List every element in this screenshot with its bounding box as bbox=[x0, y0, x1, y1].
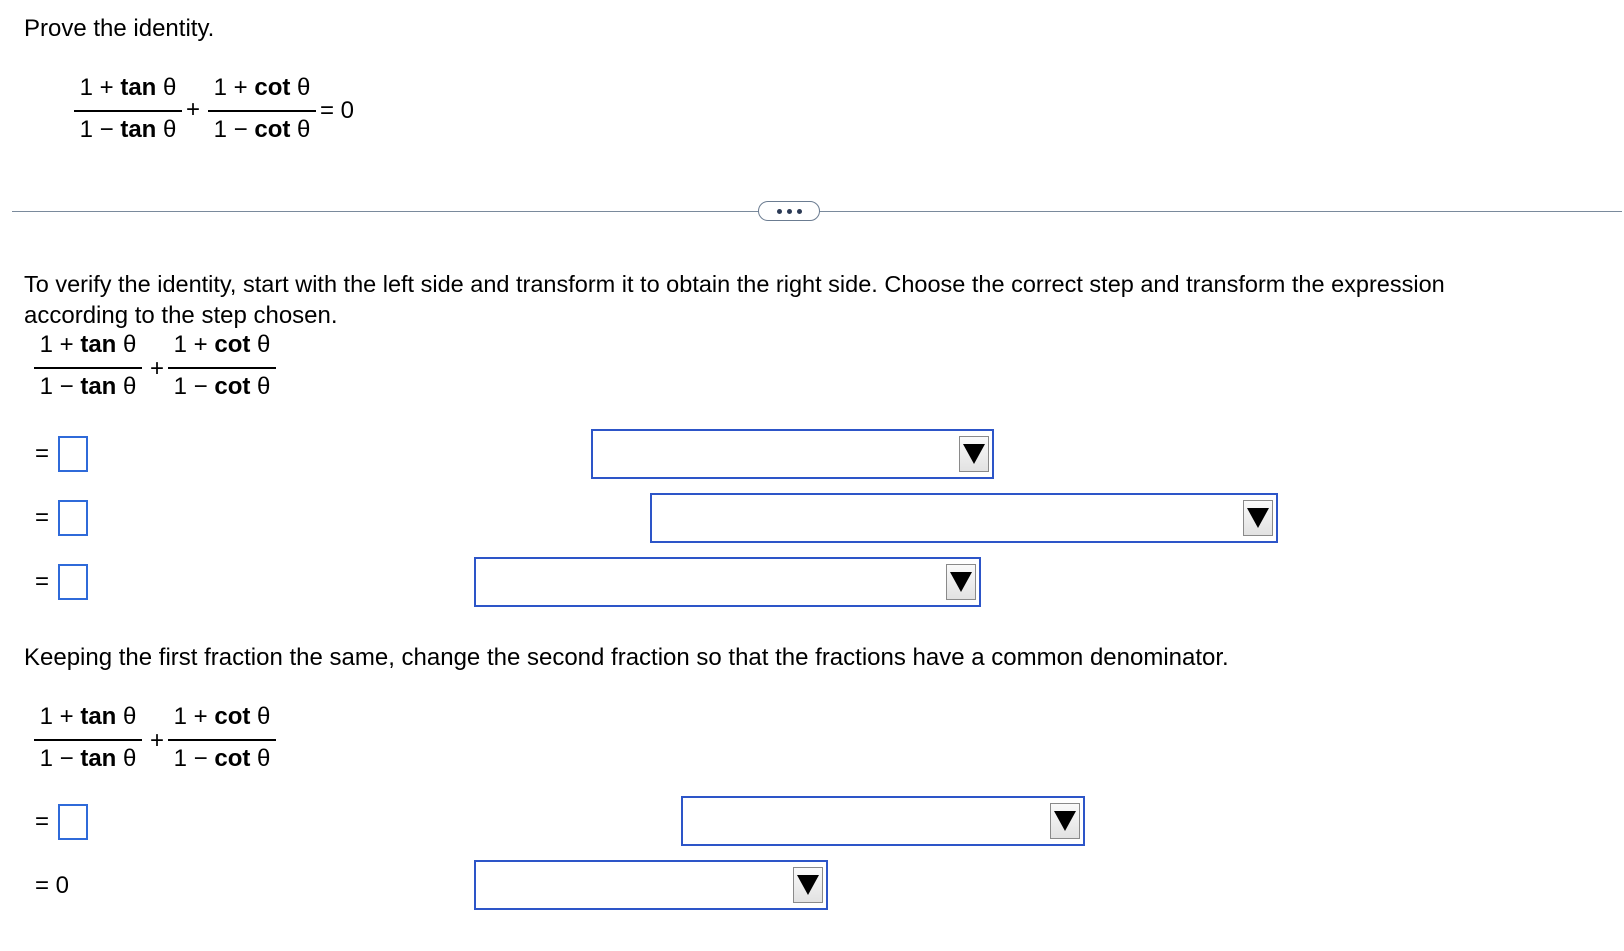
equals-sign: = bbox=[35, 808, 50, 835]
answer-input-3[interactable] bbox=[58, 564, 88, 600]
fraction-denominator: 1 − cot θ bbox=[173, 373, 271, 400]
plus-sign: + bbox=[150, 727, 165, 754]
equals-sign: = bbox=[35, 504, 50, 531]
fraction-denominator: 1 − cot θ bbox=[173, 745, 271, 772]
fraction-numerator: 1 + tan θ bbox=[79, 74, 177, 101]
fraction-bar bbox=[34, 367, 142, 369]
dot-icon bbox=[796, 208, 802, 214]
dropdown-arrow-button[interactable] bbox=[946, 564, 976, 600]
equals-sign: = bbox=[35, 568, 50, 595]
plus-sign: + bbox=[186, 96, 201, 123]
dropdown-arrow-button[interactable] bbox=[1050, 803, 1080, 839]
fraction-bar bbox=[74, 110, 182, 112]
fraction-bar bbox=[168, 739, 276, 741]
fraction-bar bbox=[168, 367, 276, 369]
fraction-bar bbox=[208, 110, 316, 112]
fraction-numerator: 1 + tan θ bbox=[39, 331, 137, 358]
step-reason-dropdown-3[interactable] bbox=[474, 557, 981, 607]
equals-sign: = bbox=[35, 440, 50, 467]
fraction-denominator: 1 − tan θ bbox=[79, 116, 177, 143]
step-reason-dropdown-1[interactable] bbox=[591, 429, 994, 479]
dropdown-arrow-button[interactable] bbox=[793, 867, 823, 903]
problem-instruction: Prove the identity. bbox=[24, 15, 215, 42]
triangle-down-icon bbox=[963, 444, 985, 464]
step1-fraction-2: 1 + cot θ 1 − cot θ bbox=[168, 331, 276, 403]
fraction-denominator: 1 − cot θ bbox=[213, 116, 311, 143]
fraction-numerator: 1 + cot θ bbox=[173, 703, 271, 730]
dot-icon bbox=[786, 208, 792, 214]
identity-fraction-1: 1 + tan θ 1 − tan θ bbox=[74, 74, 182, 146]
fraction-numerator: 1 + tan θ bbox=[39, 703, 137, 730]
step2-fraction-1: 1 + tan θ 1 − tan θ bbox=[34, 703, 142, 775]
step1-instruction-line2: according to the step chosen. bbox=[24, 302, 338, 329]
dot-icon bbox=[776, 208, 782, 214]
fraction-numerator: 1 + cot θ bbox=[173, 331, 271, 358]
answer-input-4[interactable] bbox=[58, 804, 88, 840]
step-reason-dropdown-2[interactable] bbox=[650, 493, 1278, 543]
triangle-down-icon bbox=[797, 875, 819, 895]
triangle-down-icon bbox=[1247, 508, 1269, 528]
show-more-button[interactable] bbox=[758, 201, 820, 221]
fraction-bar bbox=[34, 739, 142, 741]
triangle-down-icon bbox=[950, 572, 972, 592]
identity-fraction-2: 1 + cot θ 1 − cot θ bbox=[208, 74, 316, 146]
step2-fraction-2: 1 + cot θ 1 − cot θ bbox=[168, 703, 276, 775]
fraction-numerator: 1 + cot θ bbox=[213, 74, 311, 101]
identity-rhs: = 0 bbox=[320, 97, 355, 124]
step-reason-dropdown-4[interactable] bbox=[681, 796, 1085, 846]
dropdown-arrow-button[interactable] bbox=[1243, 500, 1273, 536]
triangle-down-icon bbox=[1054, 811, 1076, 831]
step1-fraction-1: 1 + tan θ 1 − tan θ bbox=[34, 331, 142, 403]
step-reason-dropdown-5[interactable] bbox=[474, 860, 828, 910]
step2-instruction: Keeping the first fraction the same, cha… bbox=[24, 644, 1229, 671]
plus-sign: + bbox=[150, 355, 165, 382]
answer-input-2[interactable] bbox=[58, 500, 88, 536]
dropdown-arrow-button[interactable] bbox=[959, 436, 989, 472]
fraction-denominator: 1 − tan θ bbox=[39, 745, 137, 772]
final-result: = 0 bbox=[35, 872, 70, 899]
step1-instruction-line1: To verify the identity, start with the l… bbox=[24, 271, 1445, 297]
answer-input-1[interactable] bbox=[58, 436, 88, 472]
fraction-denominator: 1 − tan θ bbox=[39, 373, 137, 400]
